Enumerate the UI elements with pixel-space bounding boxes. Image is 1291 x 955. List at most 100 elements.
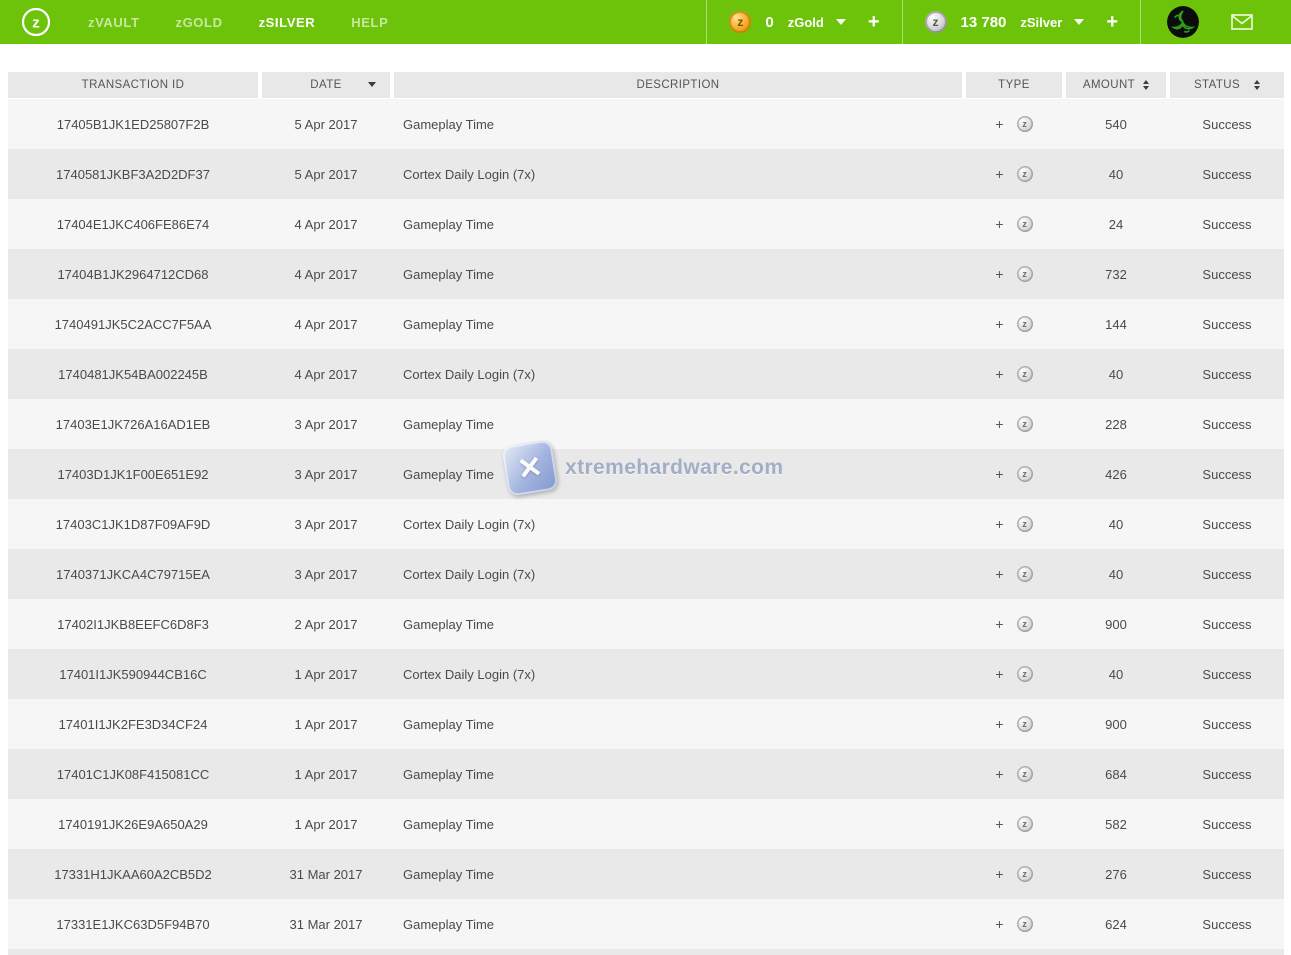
transaction-id-cell: 17403E1JK726A16AD1EB — [8, 417, 258, 432]
zsilver-dropdown-chevron-icon[interactable] — [1074, 19, 1084, 25]
status-cell: Success — [1170, 317, 1284, 332]
type-indicator: +z — [966, 866, 1062, 882]
description-cell: Cortex Daily Login (7x) — [394, 367, 962, 382]
type-indicator: +z — [966, 266, 1062, 282]
description-cell: Gameplay Time — [394, 717, 962, 732]
transaction-id-cell: 17403D1JK1F00E651E92 — [8, 467, 258, 482]
description-cell: Gameplay Time — [394, 117, 962, 132]
nav-item-help[interactable]: HELP — [351, 15, 388, 30]
topbar: z zVAULTzGOLDzSILVERHELP z0zGold+z13 780… — [0, 0, 1291, 44]
zsilver-label: zSilver — [1020, 15, 1062, 30]
type-indicator: +z — [966, 916, 1062, 932]
amount-cell: 900 — [1066, 617, 1166, 632]
description-cell: Gameplay Time — [394, 817, 962, 832]
transaction-id-cell: 17401I1JK590944CB16C — [8, 667, 258, 682]
column-label: TYPE — [998, 79, 1030, 91]
zsilver-coin-icon: z — [1017, 366, 1033, 382]
column-header-amount[interactable]: AMOUNT — [1066, 72, 1166, 98]
credit-plus-icon: + — [995, 616, 1003, 632]
credit-plus-icon: + — [995, 666, 1003, 682]
type-cell: +z — [966, 516, 1062, 532]
sort-desc-icon — [368, 82, 376, 87]
date-cell: 1 Apr 2017 — [262, 817, 390, 832]
type-cell: +z — [966, 116, 1062, 132]
description-cell: Gameplay Time — [394, 467, 962, 482]
nav-item-zvault[interactable]: zVAULT — [88, 15, 140, 30]
status-cell: Success — [1170, 467, 1284, 482]
table-row: 17403C1JK1D87F09AF9D3 Apr 2017Cortex Dai… — [8, 499, 1284, 549]
transaction-id-cell: 17404E1JKC406FE86E74 — [8, 217, 258, 232]
type-cell: +z — [966, 216, 1062, 232]
date-cell: 3 Apr 2017 — [262, 467, 390, 482]
type-indicator: +z — [966, 766, 1062, 782]
type-indicator: +z — [966, 166, 1062, 182]
user-avatar[interactable] — [1167, 6, 1199, 38]
type-indicator: +z — [966, 116, 1062, 132]
date-cell: 4 Apr 2017 — [262, 267, 390, 282]
mail-envelope-icon[interactable] — [1231, 14, 1253, 30]
nav-item-zgold[interactable]: zGOLD — [176, 15, 223, 30]
nav-item-zsilver[interactable]: zSILVER — [259, 15, 316, 30]
type-indicator: +z — [966, 366, 1062, 382]
wallets: z0zGold+z13 780zSilver+ — [707, 0, 1140, 44]
zvault-logo[interactable]: z — [20, 6, 52, 38]
credit-plus-icon: + — [995, 716, 1003, 732]
column-label: STATUS — [1194, 79, 1240, 91]
type-indicator: +z — [966, 416, 1062, 432]
column-header-status[interactable]: STATUS — [1170, 72, 1284, 98]
status-cell: Success — [1170, 117, 1284, 132]
amount-cell: 582 — [1066, 817, 1166, 832]
zgold-dropdown-chevron-icon[interactable] — [836, 19, 846, 25]
amount-cell: 40 — [1066, 167, 1166, 182]
date-cell: 4 Apr 2017 — [262, 317, 390, 332]
status-cell: Success — [1170, 417, 1284, 432]
table-row: 1740481JK54BA002245B4 Apr 2017Cortex Dai… — [8, 349, 1284, 399]
column-header-date[interactable]: DATE — [262, 72, 390, 98]
type-indicator: +z — [966, 816, 1062, 832]
type-indicator: +z — [966, 666, 1062, 682]
zsilver-coin-icon: z — [1017, 866, 1033, 882]
credit-plus-icon: + — [995, 416, 1003, 432]
amount-cell: 540 — [1066, 117, 1166, 132]
amount-cell: 24 — [1066, 217, 1166, 232]
transaction-id-cell: 17404B1JK2964712CD68 — [8, 267, 258, 282]
add-zgold-button[interactable]: + — [868, 12, 880, 32]
amount-cell: 900 — [1066, 717, 1166, 732]
table-row: 1740491JK5C2ACC7F5AA4 Apr 2017Gameplay T… — [8, 299, 1284, 349]
table-row: 17402I1JKB8EEFC6D8F32 Apr 2017Gameplay T… — [8, 599, 1284, 649]
amount-cell: 426 — [1066, 467, 1166, 482]
amount-cell: 624 — [1066, 917, 1166, 932]
date-cell: 31 Mar 2017 — [262, 917, 390, 932]
status-cell: Success — [1170, 167, 1284, 182]
add-zsilver-button[interactable]: + — [1106, 12, 1118, 32]
credit-plus-icon: + — [995, 816, 1003, 832]
date-cell: 4 Apr 2017 — [262, 217, 390, 232]
status-cell: Success — [1170, 667, 1284, 682]
zsilver-coin-icon: z — [1017, 116, 1033, 132]
table-row-partial — [8, 949, 1284, 955]
type-cell: +z — [966, 166, 1062, 182]
sort-both-icon — [1254, 80, 1260, 90]
zgold-wallet: z0zGold+ — [707, 11, 901, 33]
type-indicator: +z — [966, 216, 1062, 232]
zgold-label: zGold — [788, 15, 824, 30]
credit-plus-icon: + — [995, 266, 1003, 282]
date-cell: 5 Apr 2017 — [262, 117, 390, 132]
amount-cell: 40 — [1066, 667, 1166, 682]
sort-both-icon — [1143, 80, 1149, 90]
transaction-id-cell: 1740371JKCA4C79715EA — [8, 567, 258, 582]
credit-plus-icon: + — [995, 866, 1003, 882]
status-cell: Success — [1170, 767, 1284, 782]
date-cell: 1 Apr 2017 — [262, 767, 390, 782]
zsilver-coin-icon: z — [1017, 316, 1033, 332]
status-cell: Success — [1170, 917, 1284, 932]
date-cell: 3 Apr 2017 — [262, 417, 390, 432]
zsilver-balance: 13 780 — [961, 14, 1007, 31]
zvault-logo-icon: z — [20, 6, 52, 38]
transaction-id-cell: 17403C1JK1D87F09AF9D — [8, 517, 258, 532]
credit-plus-icon: + — [995, 766, 1003, 782]
transaction-id-cell: 1740491JK5C2ACC7F5AA — [8, 317, 258, 332]
zgold-coin-icon: z — [729, 11, 751, 33]
type-cell: +z — [966, 816, 1062, 832]
credit-plus-icon: + — [995, 516, 1003, 532]
